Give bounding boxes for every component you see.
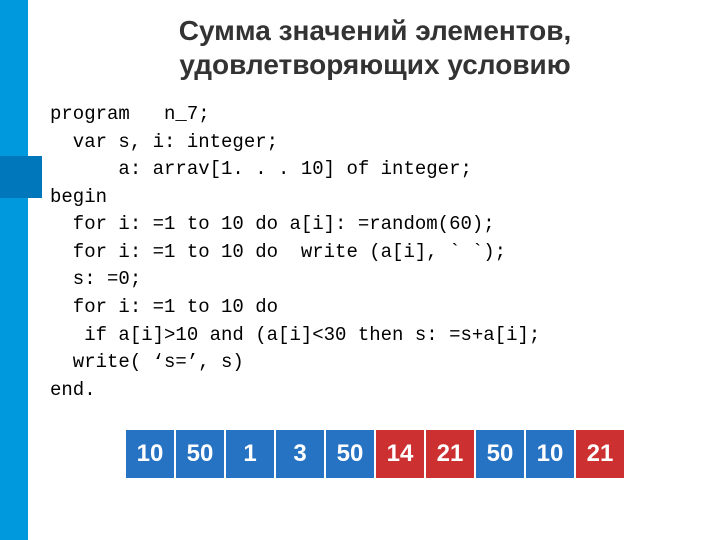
array-cell-highlighted: 21 bbox=[426, 430, 474, 478]
code-line: begin bbox=[50, 186, 107, 208]
array-cell: 50 bbox=[476, 430, 524, 478]
code-line: if a[i]>10 and (a[i]<30 then s: =s+a[i]; bbox=[50, 324, 540, 346]
array-cell: 3 bbox=[276, 430, 324, 478]
code-line: program n_7; bbox=[50, 103, 210, 125]
code-line: for i: =1 to 10 do write (a[i], ` `); bbox=[50, 241, 506, 263]
code-line: end. bbox=[50, 379, 96, 401]
slide-accent-stripe bbox=[0, 0, 28, 540]
slide-content: Сумма значений элементов, удовлетворяющи… bbox=[50, 14, 700, 478]
array-cell-highlighted: 21 bbox=[576, 430, 624, 478]
code-block: program n_7; var s, i: integer; a: arrav… bbox=[50, 101, 700, 404]
title-line-2: удовлетворяющих условию bbox=[179, 49, 570, 80]
code-line: var s, i: integer; bbox=[50, 131, 278, 153]
array-visualization: 10 50 1 3 50 14 21 50 10 21 bbox=[50, 430, 700, 478]
code-line: a: arrav[1. . . 10] of integer; bbox=[50, 158, 472, 180]
code-line: for i: =1 to 10 do bbox=[50, 296, 278, 318]
array-cell: 10 bbox=[126, 430, 174, 478]
title-line-1: Сумма значений элементов, bbox=[179, 15, 572, 46]
slide-accent-block bbox=[0, 156, 42, 198]
array-cell-highlighted: 14 bbox=[376, 430, 424, 478]
code-line: s: =0; bbox=[50, 268, 141, 290]
code-line: write( ‘s=’, s) bbox=[50, 351, 244, 373]
array-cell: 1 bbox=[226, 430, 274, 478]
array-cell: 50 bbox=[176, 430, 224, 478]
page-title: Сумма значений элементов, удовлетворяющи… bbox=[50, 14, 700, 81]
code-line: for i: =1 to 10 do a[i]: =random(60); bbox=[50, 213, 495, 235]
array-cell: 10 bbox=[526, 430, 574, 478]
array-cell: 50 bbox=[326, 430, 374, 478]
